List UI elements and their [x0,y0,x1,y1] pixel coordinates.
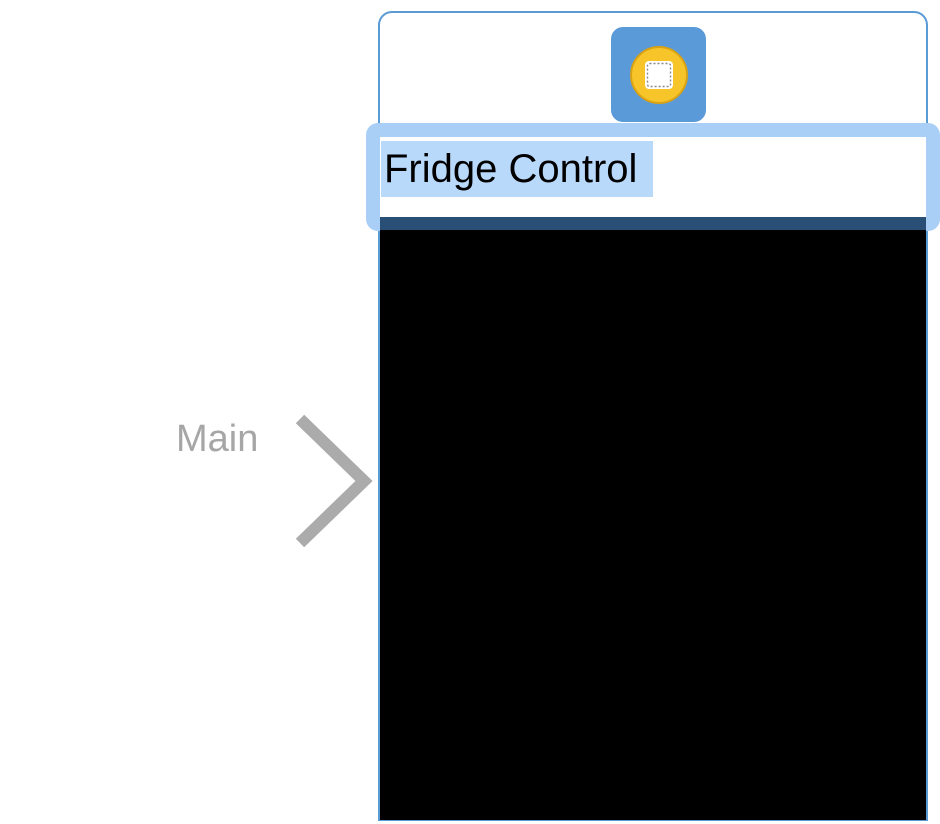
scene-title[interactable]: Fridge Control [381,141,654,197]
entry-point-label: Main [176,418,259,460]
interface-controller-icon[interactable] [611,27,706,122]
content-view[interactable] [380,230,926,820]
controller-glyph-icon [629,45,688,104]
title-divider [380,217,926,230]
